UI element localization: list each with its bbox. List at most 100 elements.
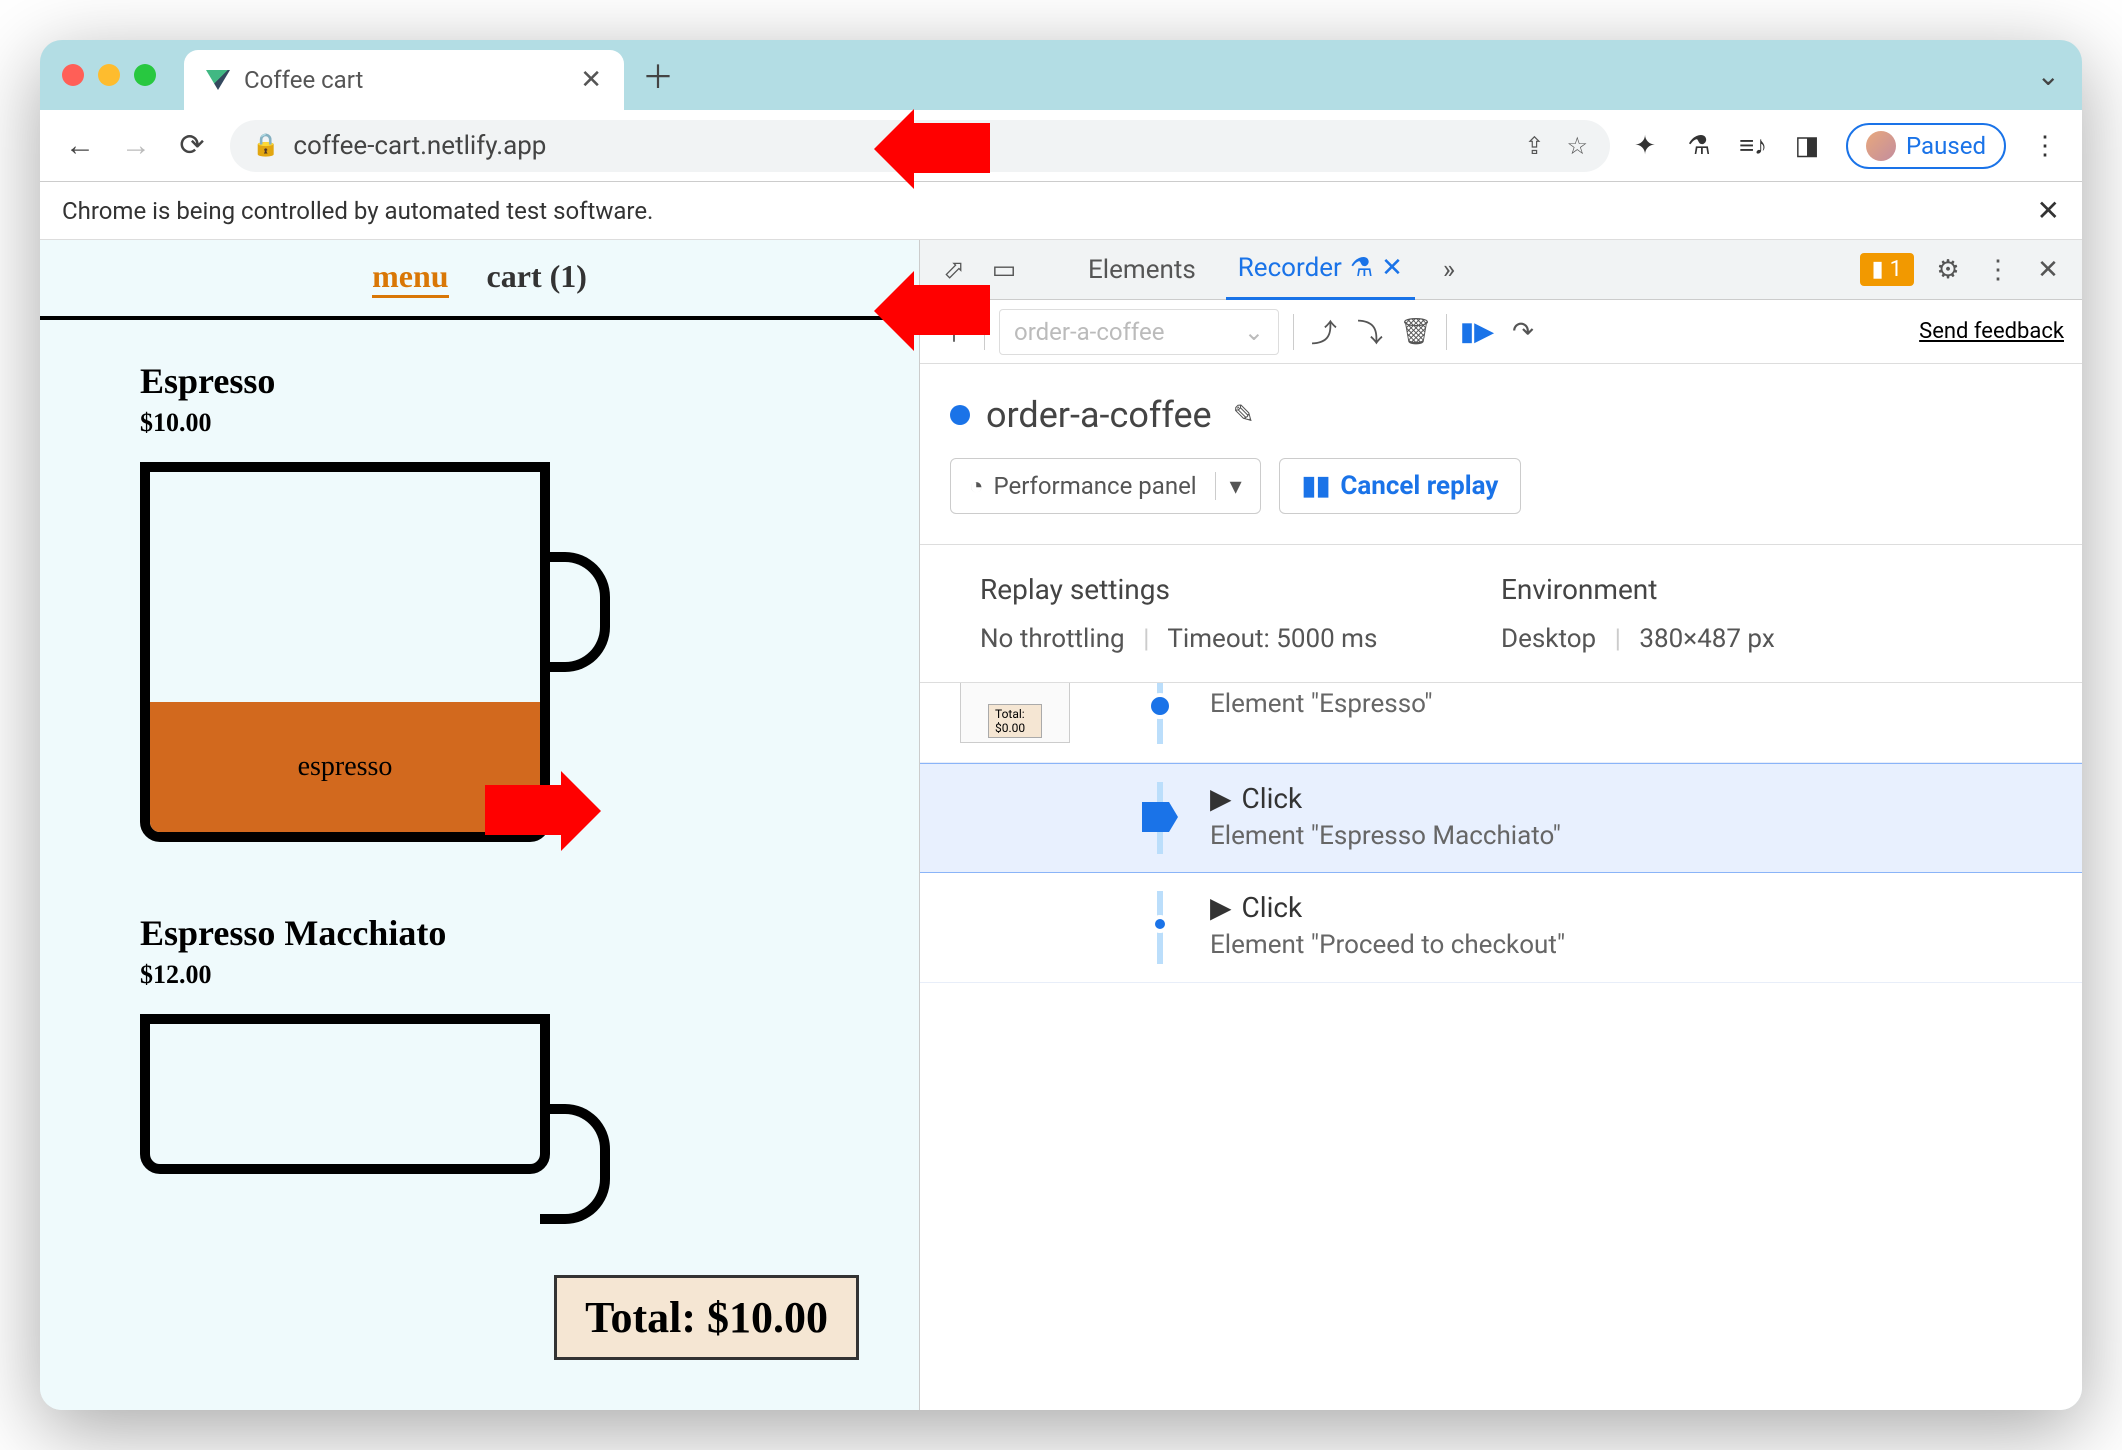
cup-fill-label: espresso — [150, 702, 540, 832]
issues-badge[interactable]: ▮ 1 — [1860, 253, 1914, 286]
reading-list-icon[interactable]: ≡♪ — [1738, 131, 1768, 161]
step-title: Click — [1242, 891, 1303, 924]
labs-icon[interactable]: ⚗ — [1684, 131, 1714, 161]
kebab-menu-icon[interactable]: ⋮ — [2030, 131, 2060, 161]
nav-cart-link[interactable]: cart (1) — [487, 258, 587, 298]
page-content: menu cart (1) Espresso $10.00 espresso E… — [40, 240, 920, 1410]
coffee-cup-button[interactable] — [140, 1014, 560, 1184]
current-step-marker-icon — [1142, 802, 1178, 832]
replay-settings: Replay settings No throttling | Timeout:… — [980, 573, 1501, 654]
gear-icon[interactable]: ⚙ — [1932, 254, 1964, 286]
replay-settings-heading: Replay settings — [980, 573, 1501, 606]
reload-button[interactable]: ⟳ — [174, 128, 210, 164]
delete-icon[interactable]: 🗑 — [1400, 316, 1432, 348]
forward-button[interactable]: → — [118, 128, 154, 164]
share-icon[interactable]: ⇪ — [1524, 132, 1544, 160]
step-over-icon[interactable]: ↷ — [1507, 316, 1539, 348]
expand-icon[interactable]: ▶ — [1210, 782, 1232, 815]
environment-heading: Environment — [1501, 573, 2022, 606]
tab-elements[interactable]: Elements — [1076, 241, 1208, 299]
tab-list-chevron-icon[interactable]: ⌄ — [2037, 59, 2060, 92]
expand-icon[interactable]: ▶ — [1210, 891, 1232, 924]
close-devtools-icon[interactable]: ✕ — [2032, 254, 2064, 286]
flask-icon: ⚗ — [1350, 253, 1373, 283]
new-tab-button[interactable]: ＋ — [642, 52, 674, 98]
send-feedback-link[interactable]: Send feedback — [1919, 319, 2064, 344]
recording-header: order-a-coffee ✎ — [920, 364, 2082, 446]
device-value[interactable]: Desktop — [1501, 624, 1596, 654]
replay-icon[interactable]: ▮▶ — [1461, 316, 1493, 348]
annotation-arrow-icon — [920, 285, 990, 335]
recording-select[interactable]: order-a-coffee ⌄ — [999, 309, 1279, 355]
recording-dot-icon — [950, 405, 970, 425]
more-tabs-icon[interactable]: » — [1433, 254, 1465, 286]
address-bar: ← → ⟳ 🔒 coffee-cart.netlify.app ⇪ ☆ ✦ ⚗ … — [40, 110, 2082, 182]
cup-handle-icon — [540, 552, 610, 672]
performance-panel-button[interactable]: ◔ Performance panel ▾ — [950, 458, 1261, 514]
window-controls — [62, 64, 156, 86]
inspect-icon[interactable]: ⬀ — [938, 254, 970, 286]
browser-toolbar: ✦ ⚗ ≡♪ ◨ Paused ⋮ — [1630, 123, 2060, 169]
close-window-button[interactable] — [62, 64, 84, 86]
paused-label: Paused — [1906, 132, 1986, 160]
url-text: coffee-cart.netlify.app — [293, 131, 546, 161]
warning-icon: ▮ — [1872, 257, 1884, 282]
product-macchiato: Espresso Macchiato $12.00 — [40, 872, 919, 1204]
step-row[interactable]: Total: $0.00 Element "Espresso" — [920, 683, 2082, 763]
environment-settings: Environment Desktop | 380×487 px — [1501, 573, 2022, 654]
minimize-window-button[interactable] — [98, 64, 120, 86]
step-title: Click — [1242, 782, 1303, 815]
chevron-down-icon[interactable]: ▾ — [1215, 472, 1242, 500]
automation-banner: Chrome is being controlled by automated … — [40, 182, 2082, 240]
total-badge[interactable]: Total: $10.00 — [554, 1275, 859, 1360]
nav-menu-link[interactable]: menu — [372, 258, 448, 298]
tab-title: Coffee cart — [244, 66, 363, 94]
browser-window: Coffee cart ✕ ＋ ⌄ ← → ⟳ 🔒 coffee-cart.ne… — [40, 40, 2082, 1410]
step-row[interactable]: ▶Click Element "Proceed to checkout" — [920, 873, 2082, 983]
export-icon[interactable]: ⤴ — [1308, 316, 1340, 348]
device-toggle-icon[interactable]: ▭ — [988, 254, 1020, 286]
edit-icon[interactable]: ✎ — [1228, 399, 1260, 431]
chevron-down-icon: ⌄ — [1244, 318, 1264, 346]
step-element: Element "Espresso" — [1210, 689, 1433, 719]
avatar-icon — [1866, 131, 1896, 161]
close-tab-icon[interactable]: ✕ — [580, 65, 602, 95]
settings-row: Replay settings No throttling | Timeout:… — [920, 544, 2082, 683]
close-banner-icon[interactable]: ✕ — [2037, 194, 2060, 227]
extensions-icon[interactable]: ✦ — [1630, 131, 1660, 161]
recording-steps: Total: $0.00 Element "Espresso" ▶ Click E… — [920, 683, 2082, 1410]
lock-icon: 🔒 — [252, 133, 279, 158]
pause-icon: ▮▮ — [1302, 471, 1331, 501]
devtools-tabs: ⬀ ▭ Elements Recorder ⚗ ✕ » ▮ 1 ⚙ ⋮ — [920, 240, 2082, 300]
step-element: Element "Espresso Macchiato" — [1210, 821, 1561, 851]
profile-paused-button[interactable]: Paused — [1846, 123, 2006, 169]
cancel-replay-button[interactable]: ▮▮ Cancel replay — [1279, 458, 1522, 514]
vue-icon — [206, 70, 230, 90]
devtools-panel: ⬀ ▭ Elements Recorder ⚗ ✕ » ▮ 1 ⚙ ⋮ — [920, 240, 2082, 1410]
import-icon[interactable]: ⤵ — [1354, 316, 1386, 348]
recorder-toolbar: ＋ order-a-coffee ⌄ ⤴ ⤵ 🗑 ▮▶ ↷ Send feedb… — [920, 300, 2082, 364]
titlebar: Coffee cart ✕ ＋ ⌄ — [40, 40, 2082, 110]
product-name: Espresso — [140, 360, 819, 402]
close-tab-icon[interactable]: ✕ — [1381, 253, 1403, 283]
gauge-icon: ◔ — [969, 472, 984, 501]
back-button[interactable]: ← — [62, 128, 98, 164]
tab-recorder[interactable]: Recorder ⚗ ✕ — [1226, 240, 1415, 300]
side-panel-icon[interactable]: ◨ — [1792, 131, 1822, 161]
recording-controls: ◔ Performance panel ▾ ▮▮ Cancel replay — [920, 446, 2082, 544]
maximize-window-button[interactable] — [134, 64, 156, 86]
product-name: Espresso Macchiato — [140, 912, 819, 954]
product-espresso: Espresso $10.00 espresso — [40, 320, 919, 872]
step-thumbnail: Total: $0.00 — [960, 683, 1070, 743]
viewport-value[interactable]: 380×487 px — [1639, 624, 1774, 654]
recording-title: order-a-coffee — [986, 394, 1212, 436]
product-price: $10.00 — [140, 408, 819, 438]
browser-tab[interactable]: Coffee cart ✕ — [184, 50, 624, 110]
page-nav: menu cart (1) — [40, 240, 919, 320]
automation-text: Chrome is being controlled by automated … — [62, 197, 653, 225]
timeout-value[interactable]: Timeout: 5000 ms — [1167, 624, 1377, 654]
throttling-value[interactable]: No throttling — [980, 624, 1125, 654]
bookmark-icon[interactable]: ☆ — [1567, 132, 1589, 160]
step-row-active[interactable]: ▶ Click Element "Espresso Macchiato" — [920, 763, 2082, 873]
kebab-icon[interactable]: ⋮ — [1982, 254, 2014, 286]
